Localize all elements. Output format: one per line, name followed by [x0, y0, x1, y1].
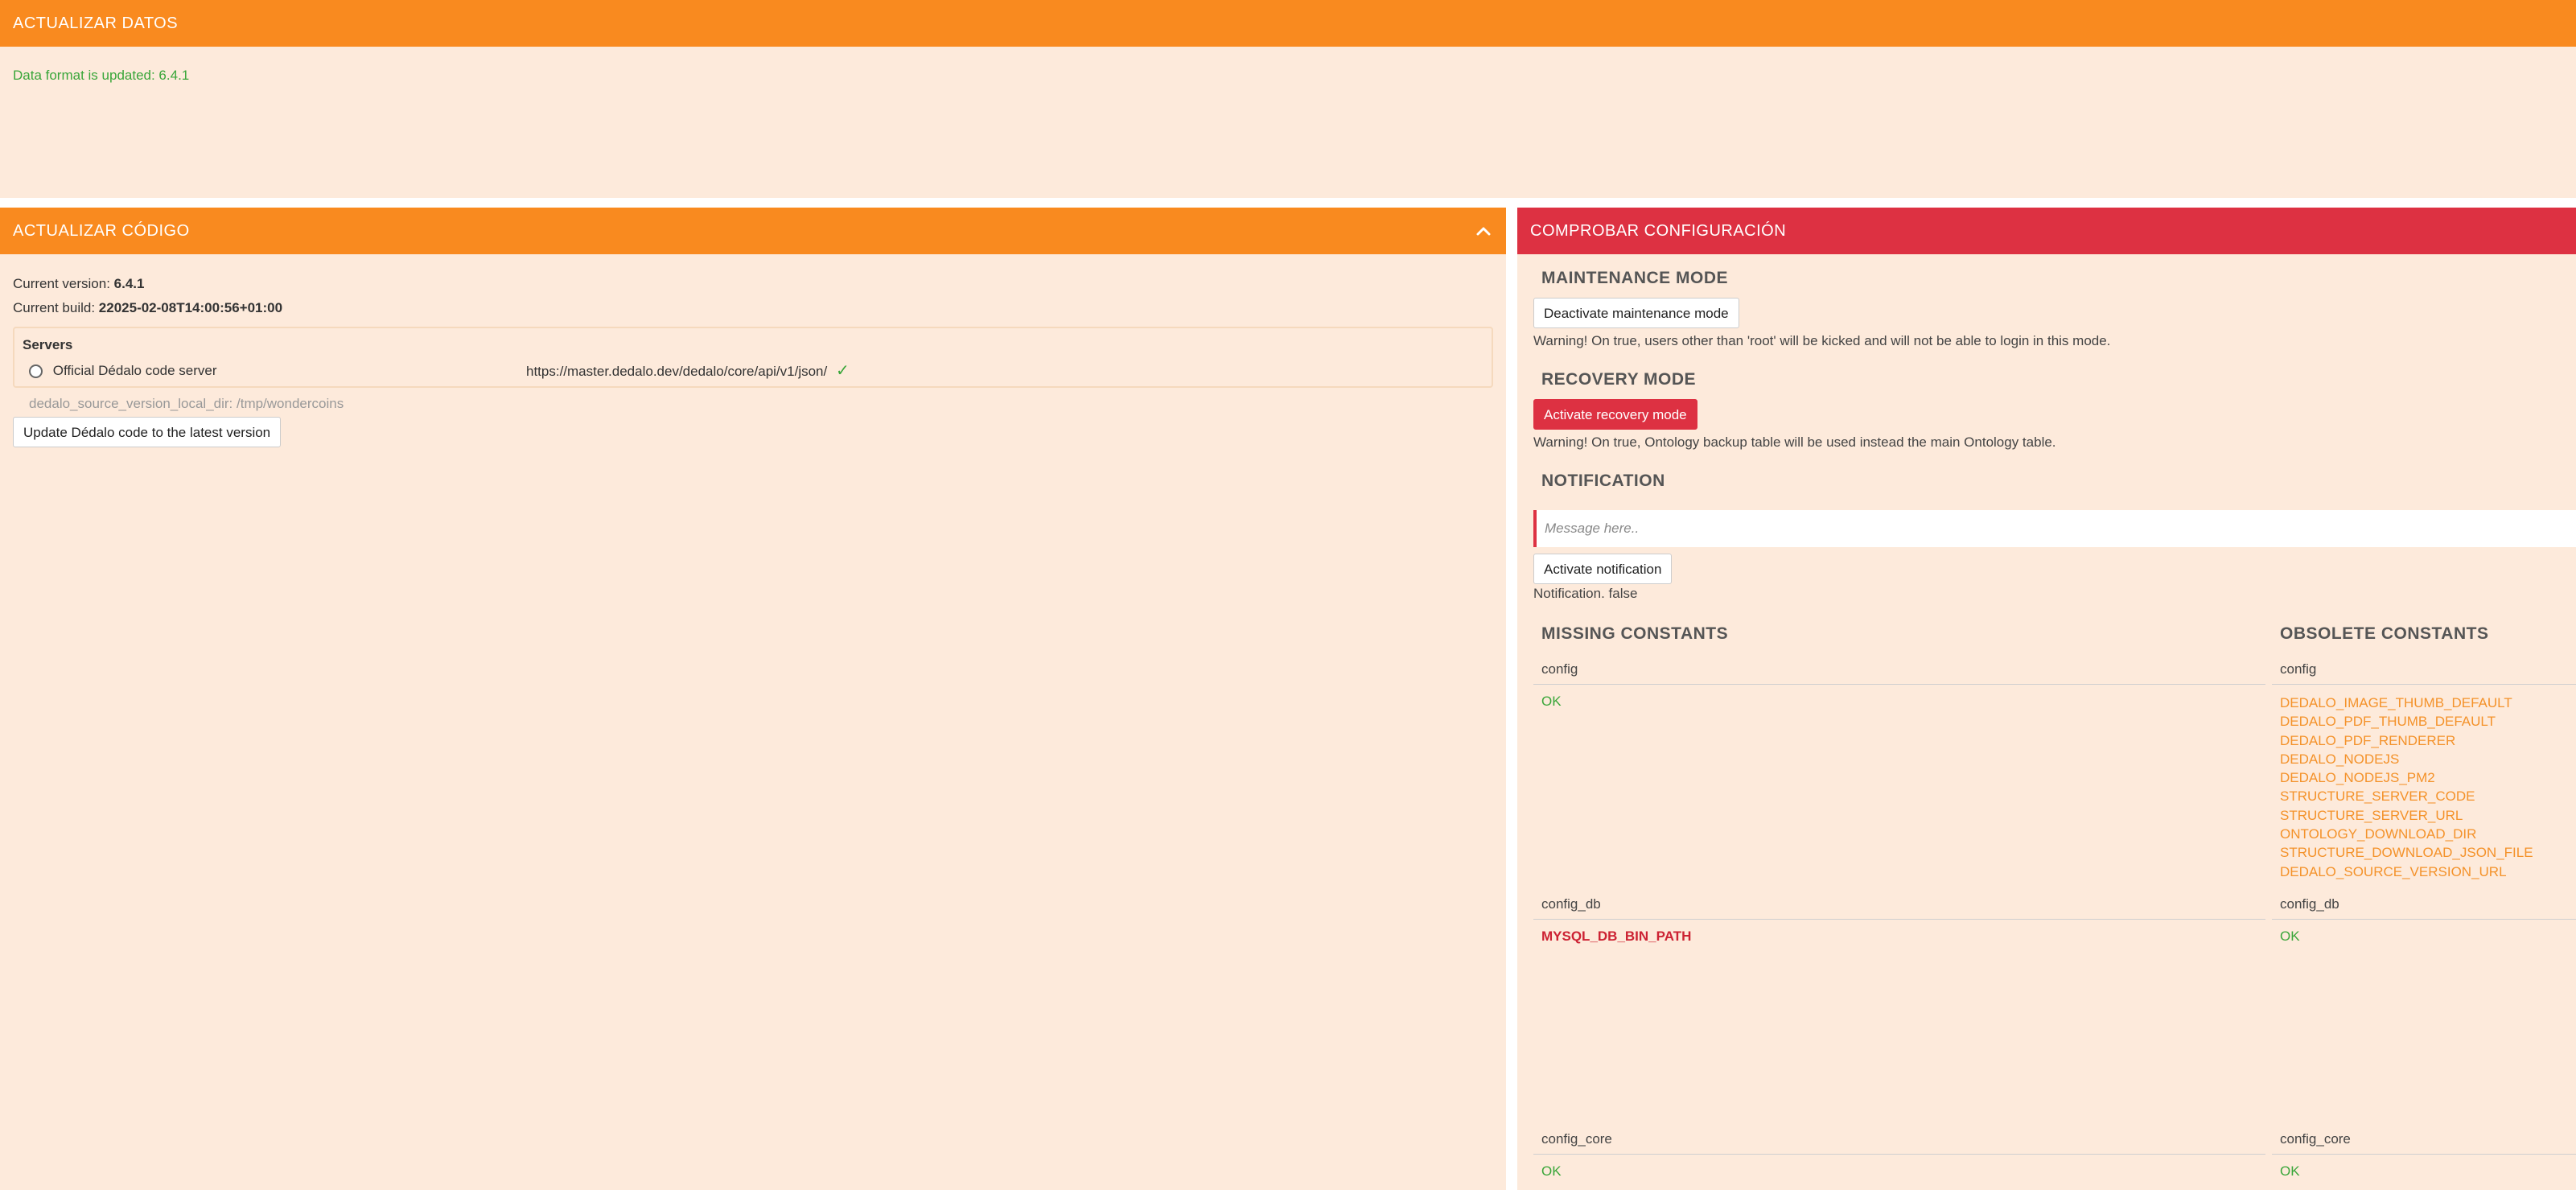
obsolete-constant: ONTOLOGY_DOWNLOAD_DIR: [2280, 826, 2477, 842]
obsolete-config-list: DEDALO_IMAGE_THUMB_DEFAULT DEDALO_PDF_TH…: [2280, 694, 2533, 881]
deactivate-maintenance-button[interactable]: Deactivate maintenance mode: [1533, 298, 1739, 328]
missing-group-config-db: config_db: [1541, 896, 1601, 912]
update-data-title: ACTUALIZAR DATOS: [13, 14, 179, 32]
update-code-panel: ACTUALIZAR CÓDIGO Current version: 6.4.1…: [0, 208, 1506, 1190]
obsolete-constant: DEDALO_PDF_RENDERER: [2280, 732, 2456, 748]
update-data-panel: ACTUALIZAR DATOS Data format is updated:…: [0, 0, 2576, 198]
update-code-title: ACTUALIZAR CÓDIGO: [13, 221, 190, 240]
obsolete-config-core-status: OK: [2280, 1163, 2300, 1179]
activate-notification-button[interactable]: Activate notification: [1533, 554, 1673, 584]
local-dir-text: dedalo_source_version_local_dir: /tmp/wo…: [29, 396, 344, 411]
obsolete-config-db-status: OK: [2280, 929, 2300, 944]
missing-config-status: OK: [1541, 694, 1562, 709]
notification-message-input[interactable]: [1533, 510, 2576, 547]
server-url: https://master.dedalo.dev/dedalo/core/ap…: [526, 364, 828, 379]
obsolete-constant: DEDALO_IMAGE_THUMB_DEFAULT: [2280, 695, 2512, 710]
notification-title: NOTIFICATION: [1541, 471, 1665, 490]
chevron-up-icon[interactable]: [1474, 221, 1493, 241]
update-data-header[interactable]: ACTUALIZAR DATOS: [0, 0, 2576, 47]
config-check-panel: COMPROBAR CONFIGURACIÓN MAINTENANCE MODE…: [1517, 208, 2576, 1190]
servers-title: Servers: [23, 337, 73, 352]
obsolete-constant: DEDALO_NODEJS: [2280, 751, 2400, 767]
data-format-message: Data format is updated: 6.4.1: [13, 68, 190, 83]
missing-config-db-constant: MYSQL_DB_BIN_PATH: [1541, 929, 1692, 944]
obsolete-group-config: config: [2280, 661, 2317, 677]
obsolete-constant: DEDALO_SOURCE_VERSION_URL: [2280, 863, 2507, 879]
current-version-value: 6.4.1: [113, 276, 145, 291]
recovery-title: RECOVERY MODE: [1541, 370, 1697, 389]
missing-constants-title: MISSING CONSTANTS: [1541, 624, 1729, 643]
missing-group-config-core: config_core: [1541, 1131, 1612, 1147]
config-check-title: COMPROBAR CONFIGURACIÓN: [1530, 221, 1787, 240]
notification-status: Notification. false: [1533, 586, 1638, 601]
check-icon: ✓: [835, 362, 850, 380]
server-url-wrap: https://master.dedalo.dev/dedalo/core/ap…: [526, 357, 850, 385]
obsolete-constant: DEDALO_NODEJS_PM2: [2280, 770, 2435, 786]
missing-config-divider: [1533, 684, 2265, 685]
server-name: Official Dédalo code server: [52, 363, 217, 378]
obsolete-constant: STRUCTURE_SERVER_CODE: [2280, 789, 2475, 805]
current-build-line: Current build: 22025-02-08T14:00:56+01:0…: [13, 296, 1493, 320]
maintenance-title: MAINTENANCE MODE: [1541, 269, 1728, 287]
activate-recovery-button[interactable]: Activate recovery mode: [1533, 399, 1697, 430]
current-build-label: Current build:: [13, 300, 96, 315]
update-code-header[interactable]: ACTUALIZAR CÓDIGO: [0, 208, 1506, 254]
missing-config-db-divider: [1533, 919, 2265, 920]
obsolete-constant: DEDALO_PDF_THUMB_DEFAULT: [2280, 714, 2496, 730]
obsolete-config-db-divider: [2272, 919, 2576, 920]
server-row[interactable]: Official Dédalo code server https://mast…: [23, 357, 1483, 385]
current-version-label: Current version:: [13, 276, 110, 291]
missing-config-core-status: OK: [1541, 1163, 1562, 1179]
current-version-line: Current version: 6.4.1: [13, 272, 1493, 296]
config-check-header[interactable]: COMPROBAR CONFIGURACIÓN: [1517, 208, 2576, 254]
obsolete-constant: STRUCTURE_DOWNLOAD_JSON_FILE: [2280, 845, 2533, 861]
obsolete-config-divider: [2272, 684, 2576, 685]
obsolete-config-core-divider: [2272, 1154, 2576, 1155]
recovery-warning: Warning! On true, Ontology backup table …: [1533, 434, 2056, 450]
missing-config-core-divider: [1533, 1154, 2265, 1155]
missing-group-config: config: [1541, 661, 1578, 677]
servers-box: Servers Official Dédalo code server http…: [13, 327, 1493, 388]
server-radio[interactable]: [29, 364, 43, 379]
obsolete-constant: STRUCTURE_SERVER_URL: [2280, 807, 2463, 823]
current-build-value: 22025-02-08T14:00:56+01:00: [98, 300, 283, 315]
maintenance-warning: Warning! On true, users other than 'root…: [1533, 333, 2111, 348]
obsolete-group-config-db: config_db: [2280, 896, 2339, 912]
obsolete-group-config-core: config_core: [2280, 1131, 2351, 1147]
obsolete-constants-title: OBSOLETE CONSTANTS: [2280, 624, 2489, 643]
update-code-body: Current version: 6.4.1 Current build: 22…: [13, 272, 1493, 447]
update-code-button[interactable]: Update Dédalo code to the latest version: [13, 417, 282, 447]
